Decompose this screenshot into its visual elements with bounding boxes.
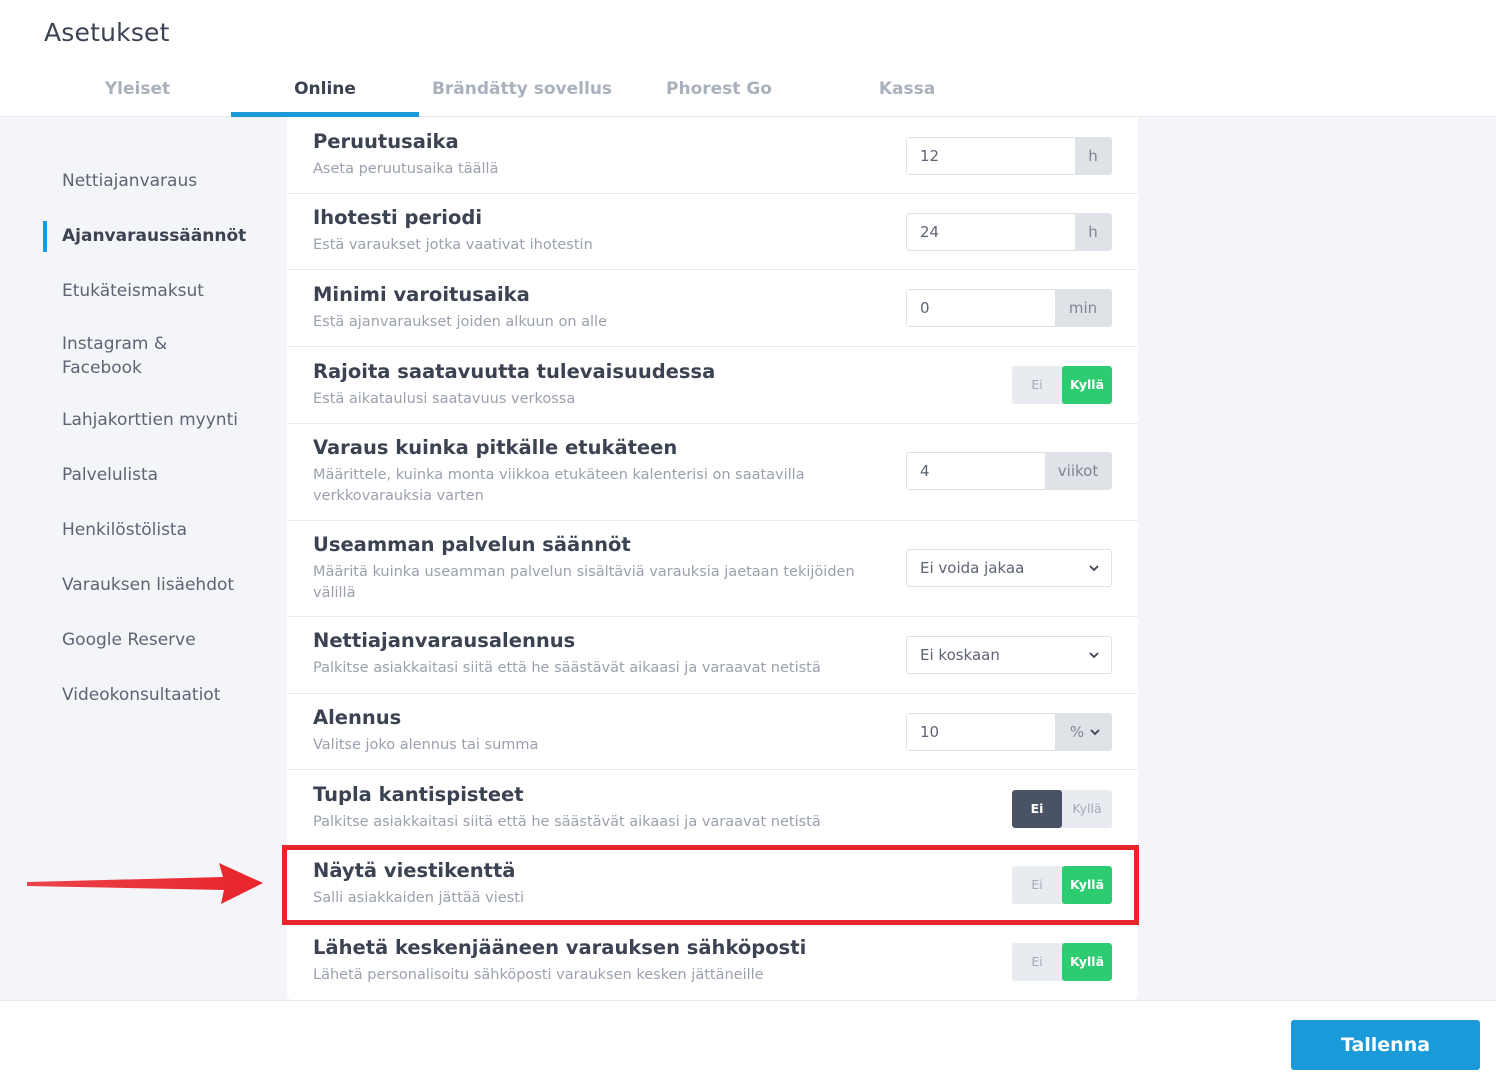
setting-title: Peruutusaika — [313, 130, 459, 153]
ihotesti-input[interactable]: 24 — [907, 214, 1075, 250]
tab-yleiset[interactable]: Yleiset — [44, 66, 231, 117]
tab-phorest-go[interactable]: Phorest Go — [625, 66, 813, 117]
sidebar-item-henkilostolista[interactable]: Henkilöstölista — [62, 518, 272, 542]
setting-row-nettiajanvarausalennus: Nettiajanvarausalennus Palkitse asiakkai… — [287, 617, 1138, 694]
setting-description: Salli asiakkaiden jättää viesti — [313, 890, 524, 906]
select-value: Ei voida jakaa — [920, 559, 1025, 577]
sidebar-item-etukateismaksut[interactable]: Etukäteismaksut — [62, 279, 272, 303]
tab-brandatty-sovellus[interactable]: Brändätty sovellus — [419, 66, 625, 117]
setting-row-peruutusaika: Peruutusaika Aseta peruutusaika täällä 1… — [287, 117, 1138, 194]
sidebar-item-google-reserve[interactable]: Google Reserve — [62, 628, 272, 652]
setting-row-varaus-etukateen: Varaus kuinka pitkälle etukäteen Määritt… — [287, 424, 1138, 521]
chevron-down-icon — [1089, 652, 1099, 659]
setting-title: Näytä viestikenttä — [313, 859, 516, 882]
setting-row-ihotesti-periodi: Ihotesti periodi Estä varaukset jotka va… — [287, 194, 1138, 270]
setting-row-alennus: Alennus Valitse joko alennus tai summa 1… — [287, 694, 1138, 770]
setting-title: Varaus kuinka pitkälle etukäteen — [313, 436, 678, 459]
keskenjaaneen-sahkoposti-toggle: Ei Kyllä — [1012, 943, 1112, 981]
alennus-input[interactable]: 10 — [907, 714, 1055, 750]
setting-row-nayta-viestikentta: Näytä viestikenttä Salli asiakkaiden jät… — [287, 847, 1138, 924]
useamman-palvelun-select[interactable]: Ei voida jakaa — [906, 549, 1112, 587]
setting-description: Estä aikataulusi saatavuus verkossa — [313, 391, 576, 407]
tupla-kantispisteet-toggle: Ei Kyllä — [1012, 790, 1112, 828]
setting-row-minimi-varoitusaika: Minimi varoitusaika Estä ajanvaraukset j… — [287, 270, 1138, 347]
toggle-option-kylla[interactable]: Kyllä — [1062, 943, 1112, 981]
sidebar-item-lahjakorttien-myynti[interactable]: Lahjakorttien myynti — [62, 408, 272, 432]
setting-row-rajoita-saatavuutta: Rajoita saatavuutta tulevaisuudessa Estä… — [287, 347, 1138, 424]
setting-title: Minimi varoitusaika — [313, 283, 530, 306]
alennus-unit-select[interactable]: % — [1055, 714, 1111, 750]
alennus-input-group: 10 % — [906, 713, 1112, 751]
ihotesti-unit: h — [1075, 214, 1111, 250]
setting-description: Määrittele, kuinka monta viikkoa etukäte… — [313, 467, 805, 504]
sidebar-item-videokonsultaatiot[interactable]: Videokonsultaatiot — [62, 683, 272, 707]
tab-kassa[interactable]: Kassa — [813, 66, 1001, 117]
alennus-ajankohta-select[interactable]: Ei koskaan — [906, 636, 1112, 674]
toggle-option-kylla[interactable]: Kyllä — [1062, 366, 1112, 404]
setting-title: Lähetä keskenjääneen varauksen sähköpost… — [313, 936, 807, 959]
ihotesti-input-group: 24 h — [906, 213, 1112, 251]
toggle-option-ei[interactable]: Ei — [1012, 866, 1062, 904]
arrow-right-icon — [27, 863, 263, 904]
header: Asetukset Yleiset Online Brändätty sovel… — [0, 0, 1496, 117]
setting-row-keskenjaaneen-varauksen-sahkoposti: Lähetä keskenjääneen varauksen sähköpost… — [287, 924, 1138, 1000]
tab-online[interactable]: Online — [231, 66, 419, 117]
sidebar-item-palvelulista[interactable]: Palvelulista — [62, 463, 272, 487]
setting-title: Nettiajanvarausalennus — [313, 629, 576, 652]
sidebar-item-varauksen-lisaehdot[interactable]: Varauksen lisäehdot — [62, 573, 272, 597]
setting-title: Alennus — [313, 706, 402, 729]
sidebar-item-ajanvaraussaannot[interactable]: Ajanvaraussäännöt — [43, 221, 272, 252]
toggle-option-ei[interactable]: Ei — [1012, 366, 1062, 404]
setting-title: Tupla kantispisteet — [313, 783, 524, 806]
etukateen-input[interactable]: 4 — [907, 453, 1045, 489]
setting-description: Palkitse asiakkaitasi siitä että he sääs… — [313, 814, 821, 830]
chevron-down-icon — [1090, 729, 1100, 736]
setting-description: Määritä kuinka useamman palvelun sisältä… — [313, 564, 855, 601]
setting-description: Valitse joko alennus tai summa — [313, 737, 539, 753]
sidebar-item-instagram-facebook[interactable]: Instagram & Facebook — [62, 332, 202, 380]
rajoita-saatavuutta-toggle: Ei Kyllä — [1012, 366, 1112, 404]
toggle-option-ei[interactable]: Ei — [1012, 790, 1062, 828]
varoitusaika-unit: min — [1055, 290, 1111, 326]
toggle-option-ei[interactable]: Ei — [1012, 943, 1062, 981]
etukateen-input-group: 4 viikot — [906, 452, 1112, 490]
setting-description: Palkitse asiakkaitasi siitä että he sääs… — [313, 660, 821, 676]
select-value: Ei koskaan — [920, 646, 1000, 664]
setting-description: Estä ajanvaraukset joiden alkuun on alle — [313, 314, 607, 330]
setting-row-useamman-palvelun-saannot: Useamman palvelun säännöt Määritä kuinka… — [287, 521, 1138, 617]
setting-title: Ihotesti periodi — [313, 206, 483, 229]
nayta-viestikentta-toggle: Ei Kyllä — [1012, 866, 1112, 904]
footer: Tallenna — [0, 1000, 1496, 1082]
etukateen-unit: viikot — [1045, 453, 1111, 489]
settings-card: Peruutusaika Aseta peruutusaika täällä 1… — [287, 117, 1138, 1000]
save-button[interactable]: Tallenna — [1291, 1020, 1480, 1070]
alennus-unit-value: % — [1069, 723, 1085, 741]
page-title: Asetukset — [44, 18, 170, 47]
setting-description: Aseta peruutusaika täällä — [313, 161, 499, 177]
varoitusaika-input-group: 0 min — [906, 289, 1112, 327]
peruutusaika-input[interactable]: 12 — [907, 138, 1075, 174]
setting-title: Rajoita saatavuutta tulevaisuudessa — [313, 360, 716, 383]
sidebar-item-nettiajanvaraus[interactable]: Nettiajanvaraus — [62, 169, 272, 193]
toggle-option-kylla[interactable]: Kyllä — [1062, 866, 1112, 904]
varoitusaika-input[interactable]: 0 — [907, 290, 1055, 326]
chevron-down-icon — [1089, 565, 1099, 572]
peruutusaika-input-group: 12 h — [906, 137, 1112, 175]
setting-title: Useamman palvelun säännöt — [313, 533, 631, 556]
peruutusaika-unit: h — [1075, 138, 1111, 174]
toggle-option-kylla[interactable]: Kyllä — [1062, 790, 1112, 828]
setting-row-tupla-kantispisteet: Tupla kantispisteet Palkitse asiakkaitas… — [287, 770, 1138, 847]
setting-description: Lähetä personalisoitu sähköposti varauks… — [313, 967, 764, 983]
setting-description: Estä varaukset jotka vaativat ihotestin — [313, 237, 593, 253]
